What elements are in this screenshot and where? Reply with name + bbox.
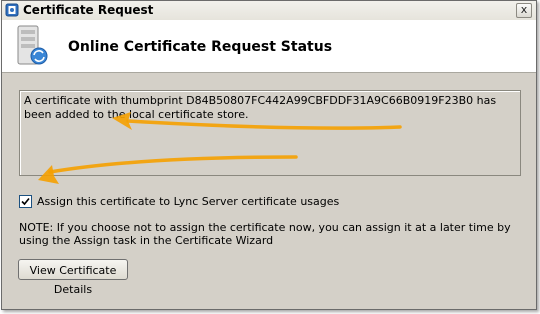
title-bar[interactable]: Certificate Request x — [2, 1, 536, 21]
close-icon[interactable]: x — [521, 3, 528, 16]
status-message-box: A certificate with thumbprint D84B50807F… — [19, 90, 521, 176]
header-panel: Online Certificate Request Status — [2, 20, 536, 73]
close-button[interactable]: x — [516, 3, 532, 18]
certificate-app-icon — [5, 3, 19, 17]
certificate-server-icon — [17, 25, 48, 65]
status-message: A certificate with thumbprint D84B50807F… — [24, 94, 497, 121]
window-title: Certificate Request — [23, 3, 154, 17]
assign-certificate-checkbox[interactable] — [19, 195, 32, 208]
note-text: NOTE: If you choose not to assign the ce… — [19, 221, 511, 247]
page-title: Online Certificate Request Status — [68, 39, 333, 55]
checkmark-icon — [21, 197, 30, 206]
assign-certificate-label[interactable]: Assign this certificate to Lync Server c… — [37, 195, 339, 208]
view-certificate-details-button[interactable]: View Certificate Details — [18, 259, 128, 296]
certificate-request-dialog: Certificate Request x Online Certificate… — [1, 0, 537, 310]
